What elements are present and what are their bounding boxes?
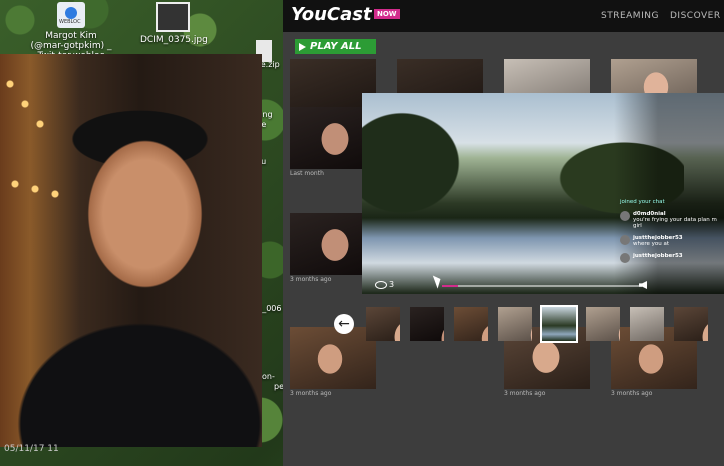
video-player[interactable]: joined your chat d0md0nial you're frying y… bbox=[362, 93, 724, 294]
webloc-file-icon: WEBLOC bbox=[57, 2, 85, 28]
related-video-thumbnail[interactable] bbox=[410, 307, 444, 341]
string-lights bbox=[0, 64, 70, 264]
volume-icon[interactable] bbox=[639, 281, 647, 289]
related-video-thumbnail[interactable] bbox=[630, 307, 664, 341]
chat-body: justthejobber53 where you at bbox=[633, 235, 683, 247]
chat-message: joined your chat bbox=[620, 199, 724, 205]
chat-body: joined your chat bbox=[620, 199, 665, 205]
video-age: 3 months ago bbox=[290, 276, 332, 283]
chat-message: d0md0nial you're frying your data plan m … bbox=[620, 211, 724, 229]
chat-text: joined your chat bbox=[620, 199, 665, 205]
avatar bbox=[620, 235, 630, 245]
seek-bar-fill bbox=[442, 285, 458, 287]
avatar bbox=[620, 211, 630, 221]
back-arrow-button[interactable]: ← bbox=[334, 314, 354, 334]
webcam-date: 05/11/17 11 bbox=[4, 444, 59, 454]
video-age: 3 months ago bbox=[504, 390, 546, 397]
related-video-thumbnail[interactable] bbox=[586, 307, 620, 341]
chat-text: you're frying your data plan m girl bbox=[633, 217, 717, 229]
chat-body: d0md0nial you're frying your data plan m … bbox=[633, 211, 724, 229]
youcast-logo[interactable]: YouCast bbox=[291, 4, 372, 25]
desktop-icon-jpg[interactable]: DCIM_0375.jpg bbox=[140, 2, 208, 45]
mouse-cursor-icon bbox=[432, 273, 444, 289]
nav-discover[interactable]: DISCOVER bbox=[670, 11, 721, 21]
video-age: Last month bbox=[290, 170, 324, 177]
live-chat: joined your chat d0md0nial you're frying y… bbox=[620, 199, 724, 269]
related-video-thumbnail[interactable] bbox=[674, 307, 708, 341]
related-video-thumbnail[interactable] bbox=[498, 307, 532, 341]
webcam-preview: 05/11/17 11 bbox=[0, 54, 262, 454]
desktop-icon-webloc[interactable]: WEBLOC Margot Kim (@mar-gotpkim) _ Twit-… bbox=[28, 2, 114, 61]
video-meta: 3 months ago bbox=[611, 390, 697, 397]
chat-body: justthejobber53 bbox=[633, 253, 683, 263]
avatar bbox=[620, 253, 630, 263]
video-frame-trees bbox=[362, 103, 482, 223]
related-videos-strip: ← bbox=[332, 305, 724, 344]
nav-streaming[interactable]: STREAMING bbox=[601, 11, 659, 21]
chat-username: justthejobber53 bbox=[633, 253, 683, 259]
chat-message: justthejobber53 where you at bbox=[620, 235, 724, 247]
video-meta: 3 months ago bbox=[290, 390, 376, 397]
image-file-icon bbox=[156, 2, 190, 32]
chat-text: where you at bbox=[633, 241, 670, 247]
play-all-button[interactable]: PLAY ALL bbox=[295, 39, 376, 54]
now-badge: NOW bbox=[374, 9, 400, 19]
player-controls: 3 bbox=[362, 273, 724, 294]
play-all-label: PLAY ALL bbox=[310, 41, 362, 52]
related-video-thumbnail[interactable] bbox=[454, 307, 488, 341]
video-age: 3 months ago bbox=[290, 390, 332, 397]
chat-message: justthejobber53 bbox=[620, 253, 724, 263]
seek-bar[interactable] bbox=[442, 285, 642, 287]
video-meta: 3 months ago bbox=[504, 390, 590, 397]
related-video-thumbnail[interactable] bbox=[366, 307, 400, 341]
video-age: 3 months ago bbox=[611, 390, 653, 397]
desktop-icon-label: DCIM_0375.jpg bbox=[140, 35, 208, 45]
related-video-thumbnail[interactable] bbox=[540, 305, 578, 343]
play-icon bbox=[299, 42, 306, 51]
youcast-header: YouCast NOW STREAMING DISCOVER bbox=[283, 0, 724, 32]
view-count: 3 bbox=[389, 280, 395, 289]
eye-icon bbox=[375, 281, 387, 289]
